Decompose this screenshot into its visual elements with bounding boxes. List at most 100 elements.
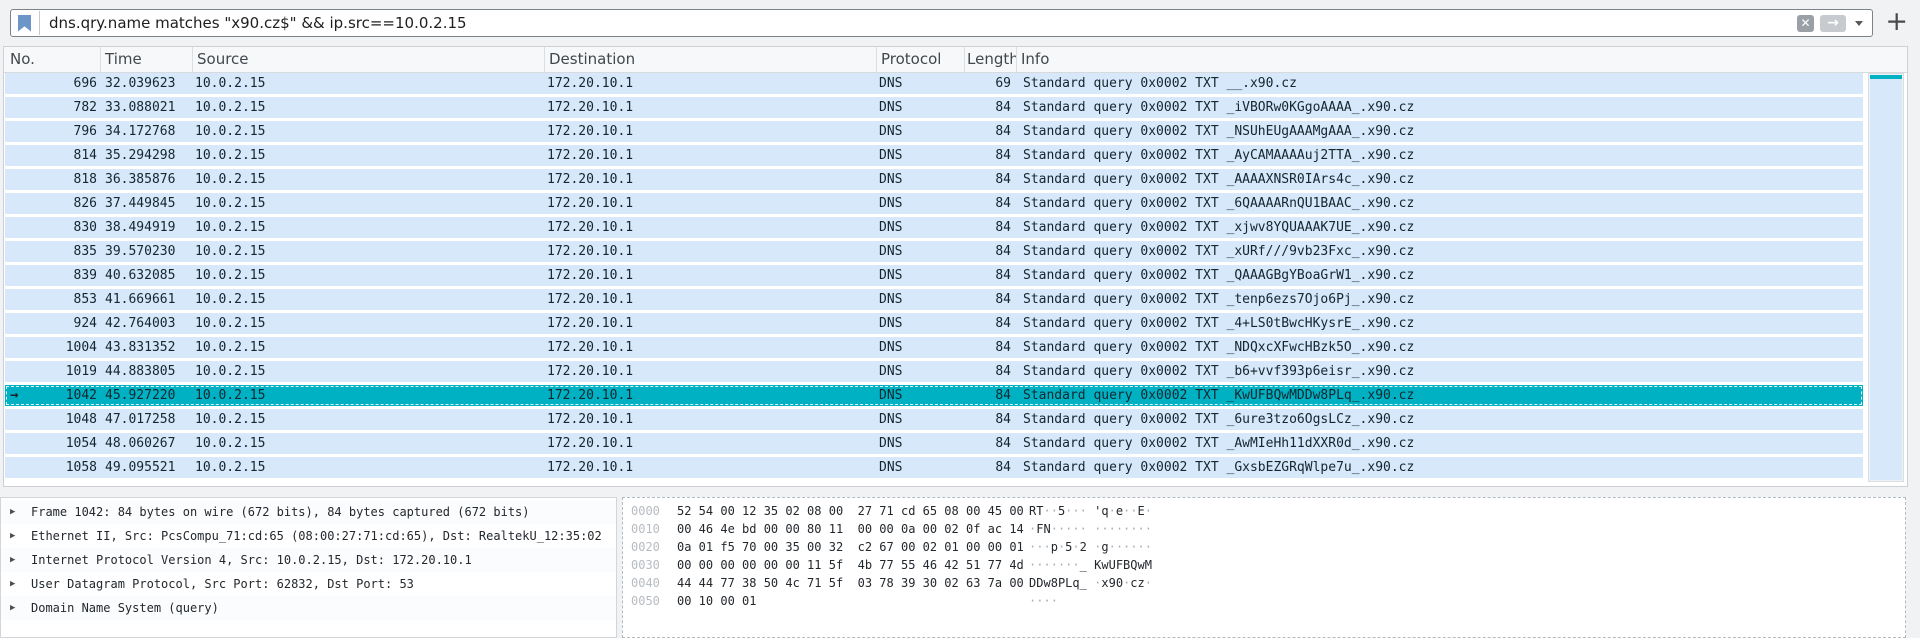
hex-ascii: ·FN····· ········ (1029, 522, 1152, 536)
cell-info: Standard query 0x0002 TXT _KwUFBQwMDDw8P… (1023, 388, 1415, 403)
cell-source: 10.0.2.15 (195, 292, 266, 307)
packet-row[interactable]: → 1042 45.927220 10.0.2.15 172.20.10.1 DNS 84 S… (5, 385, 1863, 406)
packet-row[interactable]: 839 40.632085 10.0.2.15 172.20.10.1 DNS 84 Sta… (5, 265, 1863, 286)
hex-row: 0010 00 46 4e bd 00 00 80 11 00 00 0a 00 … (623, 520, 1905, 538)
column-header-protocol[interactable]: Protocol (876, 47, 964, 72)
packet-row[interactable]: 835 39.570230 10.0.2.15 172.20.10.1 DNS 84 Sta… (5, 241, 1863, 262)
cell-length: 84 (995, 172, 1011, 187)
packet-row[interactable]: 826 37.449845 10.0.2.15 172.20.10.1 DNS 84 Sta… (5, 193, 1863, 214)
cell-destination: 172.20.10.1 (547, 172, 634, 187)
cell-no: 853 (73, 292, 97, 307)
cell-protocol: DNS (879, 172, 903, 187)
cell-info: Standard query 0x0002 TXT _4+LS0tBwcHKys… (1023, 316, 1415, 331)
cell-time: 33.088021 (105, 100, 176, 115)
cell-no: 1019 (65, 364, 97, 379)
add-filter-button[interactable]: + (1885, 7, 1908, 37)
detail-text: Domain Name System (query) (31, 601, 219, 615)
cell-time: 40.632085 (105, 268, 176, 283)
cell-time: 44.883805 (105, 364, 176, 379)
filter-dropdown-caret[interactable] (1855, 20, 1863, 26)
packet-row[interactable]: 814 35.294298 10.0.2.15 172.20.10.1 DNS 84 Sta… (5, 145, 1863, 166)
packet-list-scrollbar[interactable] (1868, 73, 1904, 482)
cell-source: 10.0.2.15 (195, 436, 266, 451)
column-header-destination[interactable]: Destination (544, 47, 876, 72)
packet-row[interactable]: 796 34.172768 10.0.2.15 172.20.10.1 DNS 84 Sta… (5, 121, 1863, 142)
packet-row[interactable]: 1019 44.883805 10.0.2.15 172.20.10.1 DNS 84 St… (5, 361, 1863, 382)
cell-destination: 172.20.10.1 (547, 268, 634, 283)
hex-offset: 0050 (631, 594, 660, 608)
cell-destination: 172.20.10.1 (547, 412, 634, 427)
cell-time: 39.570230 (105, 244, 176, 259)
packet-list-pane: No. Time Source Destination Protocol Len… (3, 46, 1908, 487)
filter-expression[interactable]: dns.qry.name matches "x90.cz$" && ip.src… (49, 14, 1797, 32)
hex-row: 0050 00 10 00 01 ···· (623, 592, 1905, 610)
packet-row[interactable]: 782 33.088021 10.0.2.15 172.20.10.1 DNS 84 Sta… (5, 97, 1863, 118)
detail-tree-item[interactable]: ▶ User Datagram Protocol, Src Port: 62832… (1, 572, 616, 596)
packet-row[interactable]: 818 36.385876 10.0.2.15 172.20.10.1 DNS 84 Sta… (5, 169, 1863, 190)
packet-row[interactable]: 853 41.669661 10.0.2.15 172.20.10.1 DNS 84 Sta… (5, 289, 1863, 310)
cell-length: 84 (995, 100, 1011, 115)
cell-no: 830 (73, 220, 97, 235)
cell-no: 1042 (65, 388, 97, 403)
packet-row[interactable]: 696 32.039623 10.0.2.15 172.20.10.1 DNS 69 Sta… (5, 73, 1863, 94)
packet-details-pane: ▶ Frame 1042: 84 bytes on wire (672 bits)… (0, 497, 617, 638)
cell-length: 84 (995, 292, 1011, 307)
cell-info: Standard query 0x0002 TXT __.x90.cz (1023, 76, 1297, 91)
cell-length: 84 (995, 316, 1011, 331)
cell-length: 84 (995, 436, 1011, 451)
cell-no: 839 (73, 268, 97, 283)
cell-protocol: DNS (879, 100, 903, 115)
cell-source: 10.0.2.15 (195, 412, 266, 427)
packet-row[interactable]: 1048 47.017258 10.0.2.15 172.20.10.1 DNS 84 St… (5, 409, 1863, 430)
column-header-time[interactable]: Time (100, 47, 192, 72)
cell-info: Standard query 0x0002 TXT _AAAAXNSR0IArs… (1023, 172, 1415, 187)
clear-filter-icon[interactable]: ✕ (1797, 14, 1814, 32)
cell-info: Standard query 0x0002 TXT _b6+vvf393p6ei… (1023, 364, 1415, 379)
expand-triangle-icon[interactable]: ▶ (10, 572, 15, 596)
hex-ascii: ·······_ KwUFBQwM (1029, 558, 1152, 572)
detail-tree-item[interactable]: ▶ Internet Protocol Version 4, Src: 10.0.… (1, 548, 616, 572)
detail-text: Frame 1042: 84 bytes on wire (672 bits),… (31, 505, 530, 519)
cell-destination: 172.20.10.1 (547, 76, 634, 91)
cell-time: 41.669661 (105, 292, 176, 307)
packet-row[interactable]: 924 42.764003 10.0.2.15 172.20.10.1 DNS 84 Sta… (5, 313, 1863, 334)
cell-destination: 172.20.10.1 (547, 220, 634, 235)
cell-destination: 172.20.10.1 (547, 292, 634, 307)
cell-length: 69 (995, 76, 1011, 91)
cell-protocol: DNS (879, 76, 903, 91)
expand-triangle-icon[interactable]: ▶ (10, 596, 15, 620)
cell-protocol: DNS (879, 460, 903, 475)
cell-length: 84 (995, 388, 1011, 403)
expand-triangle-icon[interactable]: ▶ (10, 548, 15, 572)
hex-bytes: 0a 01 f5 70 00 35 00 32 c2 67 00 02 01 0… (677, 540, 1024, 554)
packet-bytes-pane[interactable]: 0000 52 54 00 12 35 02 08 00 27 71 cd 65 … (622, 497, 1906, 638)
column-header-length[interactable]: Length (964, 47, 1016, 72)
display-filter-input[interactable]: dns.qry.name matches "x90.cz$" && ip.src… (10, 9, 1873, 37)
packet-row[interactable]: 1054 48.060267 10.0.2.15 172.20.10.1 DNS 84 St… (5, 433, 1863, 454)
cell-source: 10.0.2.15 (195, 172, 266, 187)
hex-bytes: 44 44 77 38 50 4c 71 5f 03 78 39 30 02 6… (677, 576, 1024, 590)
cell-source: 10.0.2.15 (195, 76, 266, 91)
cell-info: Standard query 0x0002 TXT _QAAAGBgYBoaGr… (1023, 268, 1415, 283)
detail-tree-item[interactable]: ▶ Domain Name System (query) (1, 596, 616, 620)
detail-tree-item[interactable]: ▶ Ethernet II, Src: PcsCompu_71:cd:65 (08… (1, 524, 616, 548)
cell-protocol: DNS (879, 292, 903, 307)
expand-triangle-icon[interactable]: ▶ (10, 524, 15, 548)
hex-ascii: ···· (1029, 594, 1058, 608)
packet-row[interactable]: 830 38.494919 10.0.2.15 172.20.10.1 DNS 84 Sta… (5, 217, 1863, 238)
filter-bookmark-icon[interactable] (18, 14, 31, 32)
hex-row: 0020 0a 01 f5 70 00 35 00 32 c2 67 00 02 … (623, 538, 1905, 556)
hex-ascii: ···p·5·2 ·g······ (1029, 540, 1152, 554)
column-header-no[interactable]: No. (6, 47, 100, 72)
apply-filter-icon[interactable]: → (1820, 14, 1846, 32)
cell-source: 10.0.2.15 (195, 364, 266, 379)
detail-tree-item[interactable]: ▶ Frame 1042: 84 bytes on wire (672 bits)… (1, 500, 616, 524)
packet-row[interactable]: 1004 43.831352 10.0.2.15 172.20.10.1 DNS 84 St… (5, 337, 1863, 358)
packet-row[interactable]: 1058 49.095521 10.0.2.15 172.20.10.1 DNS 84 St… (5, 457, 1863, 478)
hex-ascii: RT··5··· 'q·e··E· (1029, 504, 1152, 518)
column-header-info[interactable]: Info (1016, 47, 1907, 72)
column-header-source[interactable]: Source (192, 47, 544, 72)
cell-time: 36.385876 (105, 172, 176, 187)
expand-triangle-icon[interactable]: ▶ (10, 500, 15, 524)
cell-info: Standard query 0x0002 TXT _xjwv8YQUAAAK7… (1023, 220, 1415, 235)
